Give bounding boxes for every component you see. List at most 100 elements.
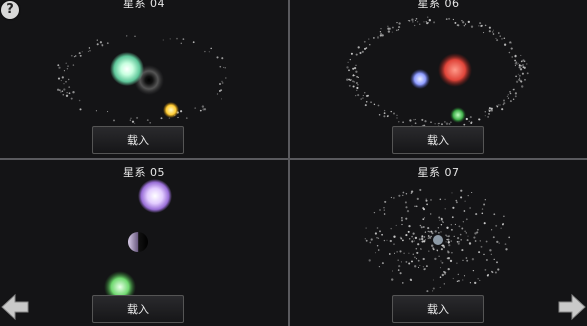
star-dust (65, 62, 67, 64)
arrow-left-icon[interactable] (0, 292, 30, 322)
cluster-core (433, 235, 443, 245)
star-dust (440, 231, 442, 233)
star-dust (365, 239, 368, 242)
star-dust (134, 35, 136, 37)
star-dust (484, 115, 486, 117)
star-dust (221, 80, 223, 82)
star-dust (381, 34, 384, 37)
star-dust (405, 193, 408, 195)
star-dust (411, 240, 414, 243)
star-dust (378, 266, 380, 268)
star-dust (437, 227, 439, 229)
star-dust (369, 241, 372, 244)
star-dust (496, 261, 498, 264)
star-dust (453, 235, 455, 237)
star-dust (391, 26, 394, 29)
star-dust (504, 243, 507, 245)
star-dust (363, 40, 366, 43)
star-dust (490, 107, 493, 110)
star-dust (390, 196, 392, 199)
star-dust (356, 89, 358, 91)
star-dust (362, 97, 364, 99)
star-dust (224, 67, 226, 69)
star-dust (383, 239, 386, 242)
star-dust (461, 249, 464, 252)
star-dust (396, 114, 398, 116)
star-dust (462, 221, 464, 223)
star-dust (366, 95, 368, 98)
star-dust (374, 232, 377, 235)
star-dust (377, 104, 380, 107)
star-dust (446, 226, 449, 229)
star-dust (398, 194, 401, 197)
star-dust (499, 104, 501, 106)
star-dust (72, 91, 75, 94)
star-dust (96, 39, 98, 41)
star-dust (414, 122, 417, 125)
star-dust (355, 94, 357, 97)
star-dust (481, 208, 484, 210)
star-dust (461, 227, 464, 230)
star-dust (438, 122, 440, 125)
star-dust (194, 107, 197, 109)
star-dust (434, 123, 436, 125)
galaxy-title: 星系 05 (123, 166, 165, 179)
star-dust (506, 95, 508, 97)
load-button[interactable]: 载入 (392, 295, 484, 323)
star-dust (509, 100, 512, 103)
star-dust (456, 241, 459, 243)
star-dust (465, 218, 468, 221)
star-dust (441, 273, 444, 277)
galaxy-panel-04[interactable]: 星系 04 载入 (0, 0, 288, 158)
load-button[interactable]: 载入 (92, 295, 184, 323)
star-dust (521, 85, 524, 88)
load-button[interactable]: 载入 (392, 126, 484, 154)
star-dust (458, 280, 460, 282)
star-dust (397, 259, 399, 261)
star-dust (357, 46, 360, 49)
star-dust (78, 99, 81, 102)
star-dust (107, 111, 109, 113)
star-dust (355, 64, 357, 66)
star-dust (399, 250, 402, 253)
galaxy-panel-05[interactable]: 星系 05 载入 (0, 160, 288, 326)
star-dust (443, 283, 445, 285)
star-dust (492, 29, 494, 31)
star-dust (409, 119, 412, 122)
arrow-right-icon[interactable] (557, 292, 587, 322)
galaxy-panel-06[interactable]: 星系 06 载入 (290, 0, 587, 158)
star-dust (380, 28, 382, 30)
star-dust (79, 108, 82, 111)
star-dust (434, 257, 437, 261)
star-dust (129, 119, 131, 121)
star-dust (483, 253, 485, 256)
star-dust (180, 42, 183, 45)
blue-star (410, 69, 430, 89)
star-dust (395, 29, 398, 32)
star-dust (364, 92, 366, 94)
star-dust (439, 219, 441, 221)
star-dust (89, 49, 91, 52)
star-dust (415, 19, 417, 21)
star-dust (520, 60, 523, 63)
star-dust (65, 94, 69, 97)
star-dust (414, 256, 416, 259)
star-dust (445, 234, 447, 236)
star-dust (210, 47, 212, 50)
star-dust (422, 218, 425, 221)
star-dust (396, 21, 398, 24)
star-dust (67, 65, 69, 67)
star-dust (427, 16, 429, 18)
load-button[interactable]: 载入 (92, 126, 184, 154)
star-dust (433, 21, 436, 24)
star-dust (402, 194, 404, 196)
star-dust (373, 211, 376, 214)
star-dust (496, 240, 499, 244)
galaxy-selection-grid: 星系 04 载入 星系 06 载入 星系 05 载入 星系 07 载入 (0, 0, 587, 326)
star-dust (491, 270, 493, 273)
help-icon[interactable]: ? (1, 1, 19, 19)
star-dust (419, 224, 422, 227)
galaxy-panel-07[interactable]: 星系 07 载入 (290, 160, 587, 326)
star-dust (492, 33, 495, 35)
star-dust (424, 120, 427, 123)
